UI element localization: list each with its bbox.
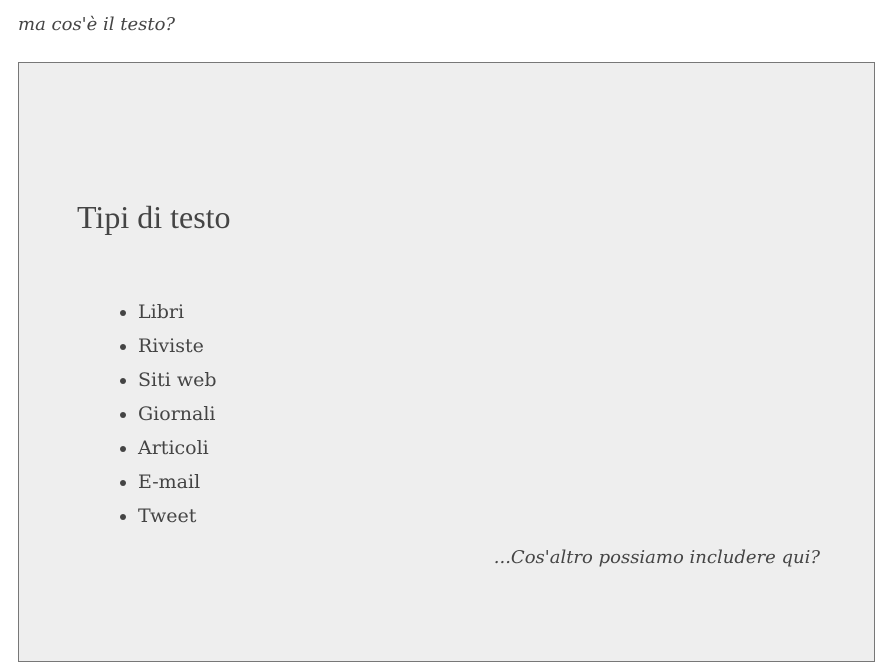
list-item: Articoli xyxy=(138,431,217,465)
list-item: Riviste xyxy=(138,329,217,363)
list-item: Giornali xyxy=(138,397,217,431)
box-title: Tipi di testo xyxy=(77,199,231,235)
text-types-box: Tipi di testo Libri Riviste Siti web Gio… xyxy=(18,62,875,662)
list-item: Libri xyxy=(138,295,217,329)
closing-question: ...Cos'altro possiamo includere qui? xyxy=(493,547,820,568)
list-item: E-mail xyxy=(138,465,217,499)
intro-question: ma cos'è il testo? xyxy=(18,14,176,35)
text-types-list: Libri Riviste Siti web Giornali Articoli… xyxy=(96,295,217,533)
list-item: Tweet xyxy=(138,499,217,533)
list-item: Siti web xyxy=(138,363,217,397)
